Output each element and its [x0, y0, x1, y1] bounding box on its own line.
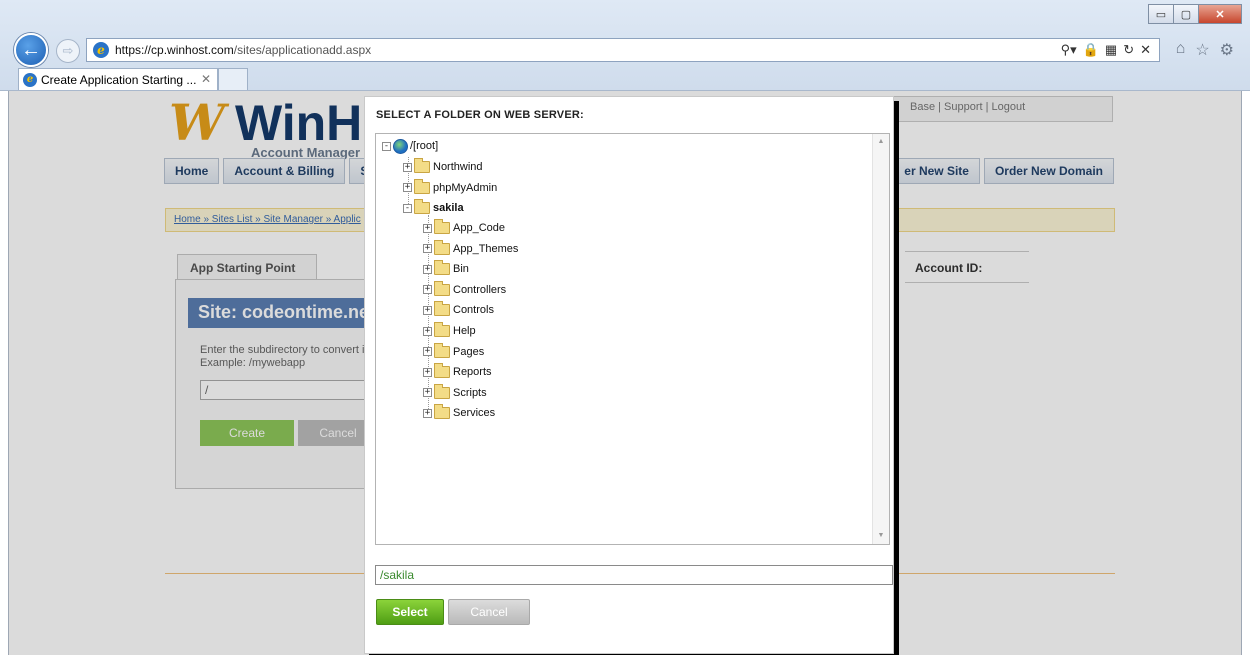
dialog-title: SELECT A FOLDER ON WEB SERVER: — [376, 109, 584, 121]
folder-icon — [434, 280, 450, 296]
tree-node-folder[interactable]: + phpMyAdmin — [403, 178, 497, 198]
back-arrow-icon: ← — [21, 38, 41, 61]
tree-node-label: Controls — [453, 304, 494, 317]
forward-button[interactable]: ⇨ — [56, 39, 80, 63]
tab-close-icon[interactable]: ✕ — [201, 72, 211, 86]
scroll-down-icon[interactable]: ▼ — [873, 528, 889, 544]
tree-node-label: App_Code — [453, 222, 505, 234]
collapse-icon[interactable]: - — [382, 141, 391, 151]
expand-icon[interactable]: + — [403, 162, 412, 172]
tree-node-folder[interactable]: + Controllers — [423, 280, 506, 300]
folder-icon — [434, 260, 450, 276]
tree-node-label: Help — [453, 325, 476, 337]
minimize-button[interactable]: ▭ — [1148, 4, 1174, 24]
folder-icon — [434, 219, 450, 234]
scroll-up-icon[interactable]: ▲ — [873, 134, 889, 150]
expand-icon[interactable]: + — [423, 223, 432, 233]
tree-node-label: Northwind — [433, 161, 483, 173]
expand-icon[interactable]: + — [423, 264, 432, 274]
browser-chrome: ▭ ▢ ✕ ← ⇨ e https://cp.winhost.com/sites… — [0, 0, 1250, 91]
folder-icon — [434, 383, 450, 399]
folder-icon — [434, 301, 450, 317]
folder-icon — [434, 239, 450, 255]
tree-node-label: sakila — [433, 202, 464, 214]
expand-icon[interactable]: + — [423, 367, 432, 377]
stop-icon[interactable]: ✕ — [1140, 42, 1151, 58]
window-controls: ▭ ▢ ✕ — [1148, 4, 1242, 24]
tree-node-label: Bin — [453, 263, 469, 276]
expand-icon[interactable]: + — [423, 285, 432, 295]
tree-node-folder[interactable]: + Services — [423, 403, 495, 423]
tree-node-folder[interactable]: - sakila — [403, 198, 464, 218]
tree-node-label: phpMyAdmin — [433, 181, 498, 194]
browser-tab[interactable]: e Create Application Starting ... ✕ — [18, 68, 218, 90]
tree-node-folder[interactable]: + Help — [423, 321, 476, 341]
home-icon[interactable]: ⌂ — [1176, 40, 1186, 60]
tree-node-label: Services — [453, 407, 496, 420]
tree-node-label: Scripts — [453, 386, 487, 399]
tree-node-folder[interactable]: + App_Code — [423, 218, 505, 238]
lock-icon[interactable]: 🔒 — [1083, 42, 1099, 58]
tab-title: Create Application Starting ... — [41, 72, 197, 87]
address-bar[interactable]: e https://cp.winhost.com/sites/applicati… — [86, 38, 1160, 62]
expand-icon[interactable]: + — [423, 388, 432, 398]
expand-icon[interactable]: + — [403, 183, 412, 192]
folder-tree: - /[root] + Northwind + phpMyAdmin - sakila +… — [375, 133, 890, 545]
expand-icon[interactable]: + — [423, 326, 432, 336]
refresh-icon[interactable]: ↻ — [1123, 42, 1134, 58]
tree-node-label: /[root] — [410, 140, 439, 152]
selected-path-input[interactable]: /sakila — [375, 565, 893, 585]
settings-icon[interactable]: ⚙ — [1220, 40, 1234, 60]
compatibility-icon[interactable]: ▦ — [1105, 42, 1117, 58]
address-bar-icons: ⚲▾ 🔒 ▦ ↻ ✕ — [1061, 42, 1151, 58]
folder-picker-dialog: SELECT A FOLDER ON WEB SERVER: - /[root]… — [364, 96, 894, 654]
tree-node-label: Controllers — [453, 283, 507, 296]
tree-node-label: Pages — [453, 345, 485, 358]
back-button[interactable]: ← — [14, 33, 48, 67]
maximize-button[interactable]: ▢ — [1173, 4, 1199, 24]
dialog-cancel-button[interactable]: Cancel — [448, 599, 530, 625]
tree-node-folder[interactable]: + Northwind — [403, 157, 483, 177]
tree-node-label: Reports — [453, 366, 492, 379]
browser-toolbar: ⌂ ☆ ⚙ — [1176, 40, 1234, 60]
favorites-icon[interactable]: ☆ — [1195, 40, 1209, 60]
tree-node-folder[interactable]: + Reports — [423, 362, 492, 382]
new-tab-button[interactable] — [218, 68, 248, 90]
tree-scrollbar[interactable]: ▲ ▼ — [872, 134, 889, 544]
folder-icon — [434, 363, 450, 379]
expand-icon[interactable]: + — [423, 244, 432, 254]
folder-icon — [414, 178, 430, 194]
folder-icon — [414, 199, 430, 214]
url-host: cp.winhost.com — [151, 43, 234, 57]
tree-node-label: App_Themes — [453, 242, 519, 255]
ie-tab-icon: e — [23, 72, 37, 87]
tree-node-folder[interactable]: + Scripts — [423, 383, 487, 403]
folder-icon — [414, 158, 430, 173]
tree-node-folder[interactable]: + Bin — [423, 259, 469, 279]
tree-node-root[interactable]: - /[root] — [382, 136, 438, 156]
collapse-icon[interactable]: - — [403, 203, 412, 213]
search-icon[interactable]: ⚲▾ — [1061, 42, 1077, 58]
folder-icon — [434, 404, 450, 420]
folder-icon — [434, 322, 450, 337]
tree-node-folder[interactable]: + Controls — [423, 300, 494, 320]
tree-node-folder[interactable]: + App_Themes — [423, 239, 518, 259]
expand-icon[interactable]: + — [423, 347, 432, 357]
expand-icon[interactable]: + — [423, 305, 432, 315]
forward-arrow-icon: ⇨ — [62, 43, 74, 58]
close-window-button[interactable]: ✕ — [1198, 4, 1242, 24]
folder-icon — [434, 342, 450, 358]
globe-icon — [393, 138, 408, 154]
ie-page-icon: e — [93, 42, 109, 58]
url-protocol: https:// — [115, 43, 152, 57]
select-button[interactable]: Select — [376, 599, 444, 625]
url-path: /sites/applicationadd.aspx — [233, 43, 372, 57]
expand-icon[interactable]: + — [423, 408, 432, 418]
tree-node-folder[interactable]: + Pages — [423, 342, 484, 362]
